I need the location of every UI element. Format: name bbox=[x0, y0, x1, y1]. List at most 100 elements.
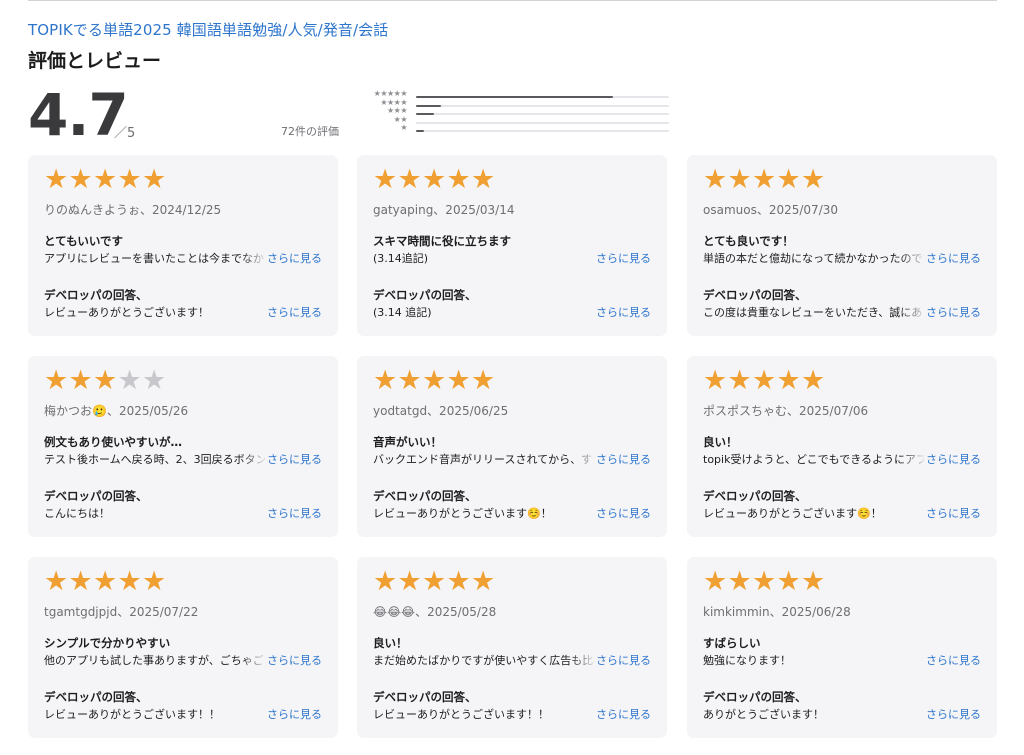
rating-count: 72件の評価 bbox=[281, 125, 339, 138]
developer-response-title: デベロッパの回答、 bbox=[373, 489, 477, 503]
developer-response-body: レビューありがとうございます！！ bbox=[373, 708, 549, 721]
developer-response-title: デベロッパの回答、 bbox=[703, 288, 807, 302]
review-title: 良い！ bbox=[703, 435, 738, 449]
review-author-date: gatyaping、2025/03/14 bbox=[373, 203, 515, 217]
review-more-link[interactable]: さらに見る bbox=[265, 451, 322, 467]
review-author-date: 梅かつお🥲、2025/05/26 bbox=[44, 404, 189, 418]
developer-response-more-link[interactable]: さらに見る bbox=[594, 706, 651, 722]
review-title: シンプルで分かりやすい bbox=[44, 636, 171, 650]
star-icon: ★ bbox=[471, 566, 496, 597]
histogram-track bbox=[416, 130, 669, 133]
developer-response-body: ありがとうございます！ bbox=[703, 708, 824, 721]
review-card[interactable]: ★★★★★ osamuos、2025/07/30 とても良いです！ 単語の本だと億劫に… bbox=[687, 155, 997, 336]
review-body: 単語の本だと億劫になって続かなかったのですが bbox=[703, 252, 927, 265]
star-icon: ★ bbox=[776, 566, 801, 597]
developer-response-more-link[interactable]: さらに見る bbox=[924, 706, 981, 722]
star-icon: ★ bbox=[44, 164, 69, 195]
histogram-fill bbox=[416, 130, 424, 133]
star-icon: ★ bbox=[703, 164, 728, 195]
review-title: とてもいいです bbox=[44, 234, 124, 248]
star-rating: ★★★★★ bbox=[373, 566, 496, 597]
developer-response-body: (3.14 追記) bbox=[373, 306, 432, 319]
review-card[interactable]: ★★★★★ yodtatgd、2025/06/25 音声がいい！ バックエンド音声がリ… bbox=[357, 356, 667, 537]
star-rating: ★★★★★ bbox=[703, 566, 826, 597]
star-icon: ★ bbox=[446, 566, 471, 597]
review-more-link[interactable]: さらに見る bbox=[924, 652, 981, 668]
app-name-link[interactable]: TOPIKでる単語2025 韓国語単語勉強/人気/発音/会話 bbox=[28, 19, 388, 40]
review-title: すばらしい bbox=[703, 636, 761, 650]
developer-response-title: デベロッパの回答、 bbox=[373, 690, 477, 704]
review-card[interactable]: ★★★★★ ポスポスちゃむ、2025/07/06 良い！ topik受けようと、どこで… bbox=[687, 356, 997, 537]
developer-response-more-link[interactable]: さらに見る bbox=[265, 304, 322, 320]
star-icon: ★ bbox=[801, 365, 826, 396]
review-more-link[interactable]: さらに見る bbox=[265, 652, 322, 668]
developer-response-title: デベロッパの回答、 bbox=[44, 288, 148, 302]
histogram-stars-label: ★ bbox=[400, 123, 407, 133]
review-more-link[interactable]: さらに見る bbox=[924, 250, 981, 266]
developer-response-more-link[interactable]: さらに見る bbox=[924, 304, 981, 320]
review-author-date: tgamtgdjpjd、2025/07/22 bbox=[44, 605, 199, 619]
star-icon: ★ bbox=[373, 164, 398, 195]
star-icon: ★ bbox=[93, 566, 118, 597]
top-divider bbox=[28, 0, 997, 1]
star-icon: ★ bbox=[397, 164, 422, 195]
review-body: バックエンド音声がリリースされてから、すごく便利です bbox=[373, 453, 597, 466]
histogram-row: ★ bbox=[356, 123, 669, 135]
review-body: アプリにレビューを書いたことは今までなかったのですが bbox=[44, 252, 268, 265]
review-body: 勉強になります！ bbox=[703, 654, 791, 667]
review-card[interactable]: ★★★★★ gatyaping、2025/03/14 スキマ時間に役に立ちます (3.… bbox=[357, 155, 667, 336]
review-body: (3.14追記) bbox=[373, 252, 429, 265]
star-rating: ★★★★★ bbox=[44, 365, 167, 396]
star-icon: ★ bbox=[703, 566, 728, 597]
review-card[interactable]: ★★★★★ tgamtgdjpjd、2025/07/22 シンプルで分かりやすい他の… bbox=[28, 557, 338, 738]
developer-response-body: レビューありがとうございます！ bbox=[44, 306, 209, 319]
star-icon: ★ bbox=[801, 566, 826, 597]
review-more-link[interactable]: さらに見る bbox=[594, 451, 651, 467]
review-card[interactable]: ★★★★★ 😂😂😂、2025/05/28 良い！ まだ始めたばかりですが使いやすく広告… bbox=[357, 557, 667, 738]
star-icon: ★ bbox=[117, 566, 142, 597]
developer-response-more-link[interactable]: さらに見る bbox=[594, 304, 651, 320]
star-icon: ★ bbox=[68, 164, 93, 195]
developer-response-more-link[interactable]: さらに見る bbox=[265, 706, 322, 722]
developer-response-body: こんにちは！ bbox=[44, 507, 110, 520]
section-title: 評価とレビュー bbox=[28, 50, 162, 72]
developer-response-title: デベロッパの回答、 bbox=[44, 690, 148, 704]
rating-out-of: ／5 bbox=[114, 126, 136, 141]
histogram-track bbox=[416, 121, 669, 124]
star-icon: ★ bbox=[422, 365, 447, 396]
star-icon: ★ bbox=[117, 365, 142, 396]
developer-response-body: レビューありがとうございます！！ bbox=[44, 708, 220, 721]
star-icon: ★ bbox=[373, 566, 398, 597]
review-more-link[interactable]: さらに見る bbox=[594, 652, 651, 668]
review-body: topik受けようと、どこでもできるようにアプリを入れました bbox=[703, 453, 927, 466]
star-icon: ★ bbox=[727, 164, 752, 195]
review-body: 他のアプリも試した事ありますが、ごちゃごちゃしていて bbox=[44, 654, 268, 667]
developer-response-title: デベロッパの回答、 bbox=[373, 288, 477, 302]
developer-response-title: デベロッパの回答、 bbox=[703, 690, 807, 704]
star-rating: ★★★★★ bbox=[703, 365, 826, 396]
review-card[interactable]: ★★★★★ りのぬんきようぉ、2024/12/25 とてもいいです アプリにレビューを… bbox=[28, 155, 338, 336]
star-icon: ★ bbox=[44, 566, 69, 597]
star-rating: ★★★★★ bbox=[373, 164, 496, 195]
review-more-link[interactable]: さらに見る bbox=[265, 250, 322, 266]
developer-response-more-link[interactable]: さらに見る bbox=[265, 505, 322, 521]
review-more-link[interactable]: さらに見る bbox=[924, 451, 981, 467]
review-card[interactable]: ★★★★★ 梅かつお🥲、2025/05/26 例文もあり使いやすいが… テスト後ホーム… bbox=[28, 356, 338, 537]
review-title: とても良いです！ bbox=[703, 234, 794, 248]
review-author-date: yodtatgd、2025/06/25 bbox=[373, 404, 509, 418]
star-icon: ★ bbox=[142, 566, 167, 597]
star-icon: ★ bbox=[397, 365, 422, 396]
developer-response-more-link[interactable]: さらに見る bbox=[924, 505, 981, 521]
review-title: スキマ時間に役に立ちます bbox=[373, 234, 511, 248]
histogram-track bbox=[416, 113, 669, 116]
developer-response-title: デベロッパの回答、 bbox=[703, 489, 807, 503]
review-more-link[interactable]: さらに見る bbox=[594, 250, 651, 266]
star-icon: ★ bbox=[752, 164, 777, 195]
review-card[interactable]: ★★★★★ kimkimmin、2025/06/28 すばらしい 勉強になります！ さら… bbox=[687, 557, 997, 738]
star-rating: ★★★★★ bbox=[44, 566, 167, 597]
star-icon: ★ bbox=[703, 365, 728, 396]
review-author-date: ポスポスちゃむ、2025/07/06 bbox=[703, 404, 869, 418]
developer-response-body: レビューありがとうございます☺️！ bbox=[703, 507, 882, 520]
developer-response-more-link[interactable]: さらに見る bbox=[594, 505, 651, 521]
star-icon: ★ bbox=[397, 566, 422, 597]
